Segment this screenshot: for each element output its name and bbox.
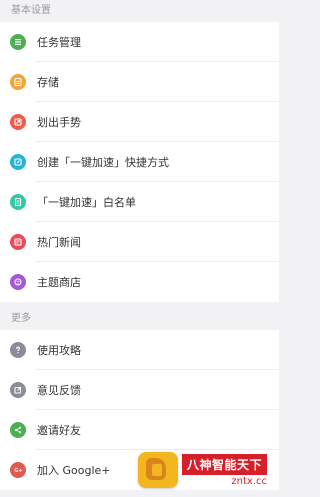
settings-item-theme-store[interactable]: 主题商店: [0, 262, 279, 302]
watermark-url: zntx.cc: [231, 475, 268, 487]
shortcut-icon: [10, 154, 26, 170]
settings-item-feedback[interactable]: 意见反馈: [0, 370, 279, 410]
settings-item-hot-news[interactable]: 热门新闻: [0, 222, 279, 262]
settings-item-label: 热门新闻: [37, 236, 81, 249]
settings-item-invite-friends[interactable]: 邀请好友: [0, 410, 279, 450]
watermark-hand-logo-icon: [138, 452, 178, 488]
news-icon: [10, 234, 26, 250]
settings-item-label: 意见反馈: [37, 384, 81, 397]
watermark: 八神智能天下 zntx.cc: [138, 447, 269, 493]
settings-item-whitelist[interactable]: 「一键加速」白名单: [0, 182, 279, 222]
settings-item-label: 「一键加速」白名单: [37, 196, 136, 209]
settings-item-label: 任务管理: [37, 36, 81, 49]
section-header-more: 更多: [0, 302, 279, 330]
basic-settings-list: 任务管理 存储 划出手势 创建「一键加速」快捷方式 「一键加速」白名单 热门新闻: [0, 22, 279, 302]
help-icon: [10, 342, 26, 358]
watermark-text: 八神智能天下 zntx.cc: [182, 453, 268, 487]
settings-item-storage[interactable]: 存储: [0, 62, 279, 102]
watermark-title: 八神智能天下: [182, 453, 268, 475]
settings-item-label: 划出手势: [37, 116, 81, 129]
settings-item-label: 邀请好友: [37, 424, 81, 437]
settings-item-label: 创建「一键加速」快捷方式: [37, 156, 169, 169]
section-header-basic: 基本设置: [0, 0, 279, 22]
settings-item-gesture[interactable]: 划出手势: [0, 102, 279, 142]
settings-item-label: 加入 Google+: [37, 464, 111, 477]
task-list-icon: [10, 34, 26, 50]
storage-icon: [10, 74, 26, 90]
settings-item-label: 存储: [37, 76, 59, 89]
google-plus-icon: G+: [10, 462, 26, 478]
settings-item-guide[interactable]: 使用攻略: [0, 330, 279, 370]
settings-item-label: 主题商店: [37, 276, 81, 289]
share-icon: [10, 422, 26, 438]
svg-text:G+: G+: [14, 468, 23, 474]
settings-item-task-manager[interactable]: 任务管理: [0, 22, 279, 62]
settings-item-label: 使用攻略: [37, 344, 81, 357]
gesture-icon: [10, 114, 26, 130]
theme-store-icon: [10, 274, 26, 290]
settings-item-create-shortcut[interactable]: 创建「一键加速」快捷方式: [0, 142, 279, 182]
whitelist-icon: [10, 194, 26, 210]
feedback-icon: [10, 382, 26, 398]
